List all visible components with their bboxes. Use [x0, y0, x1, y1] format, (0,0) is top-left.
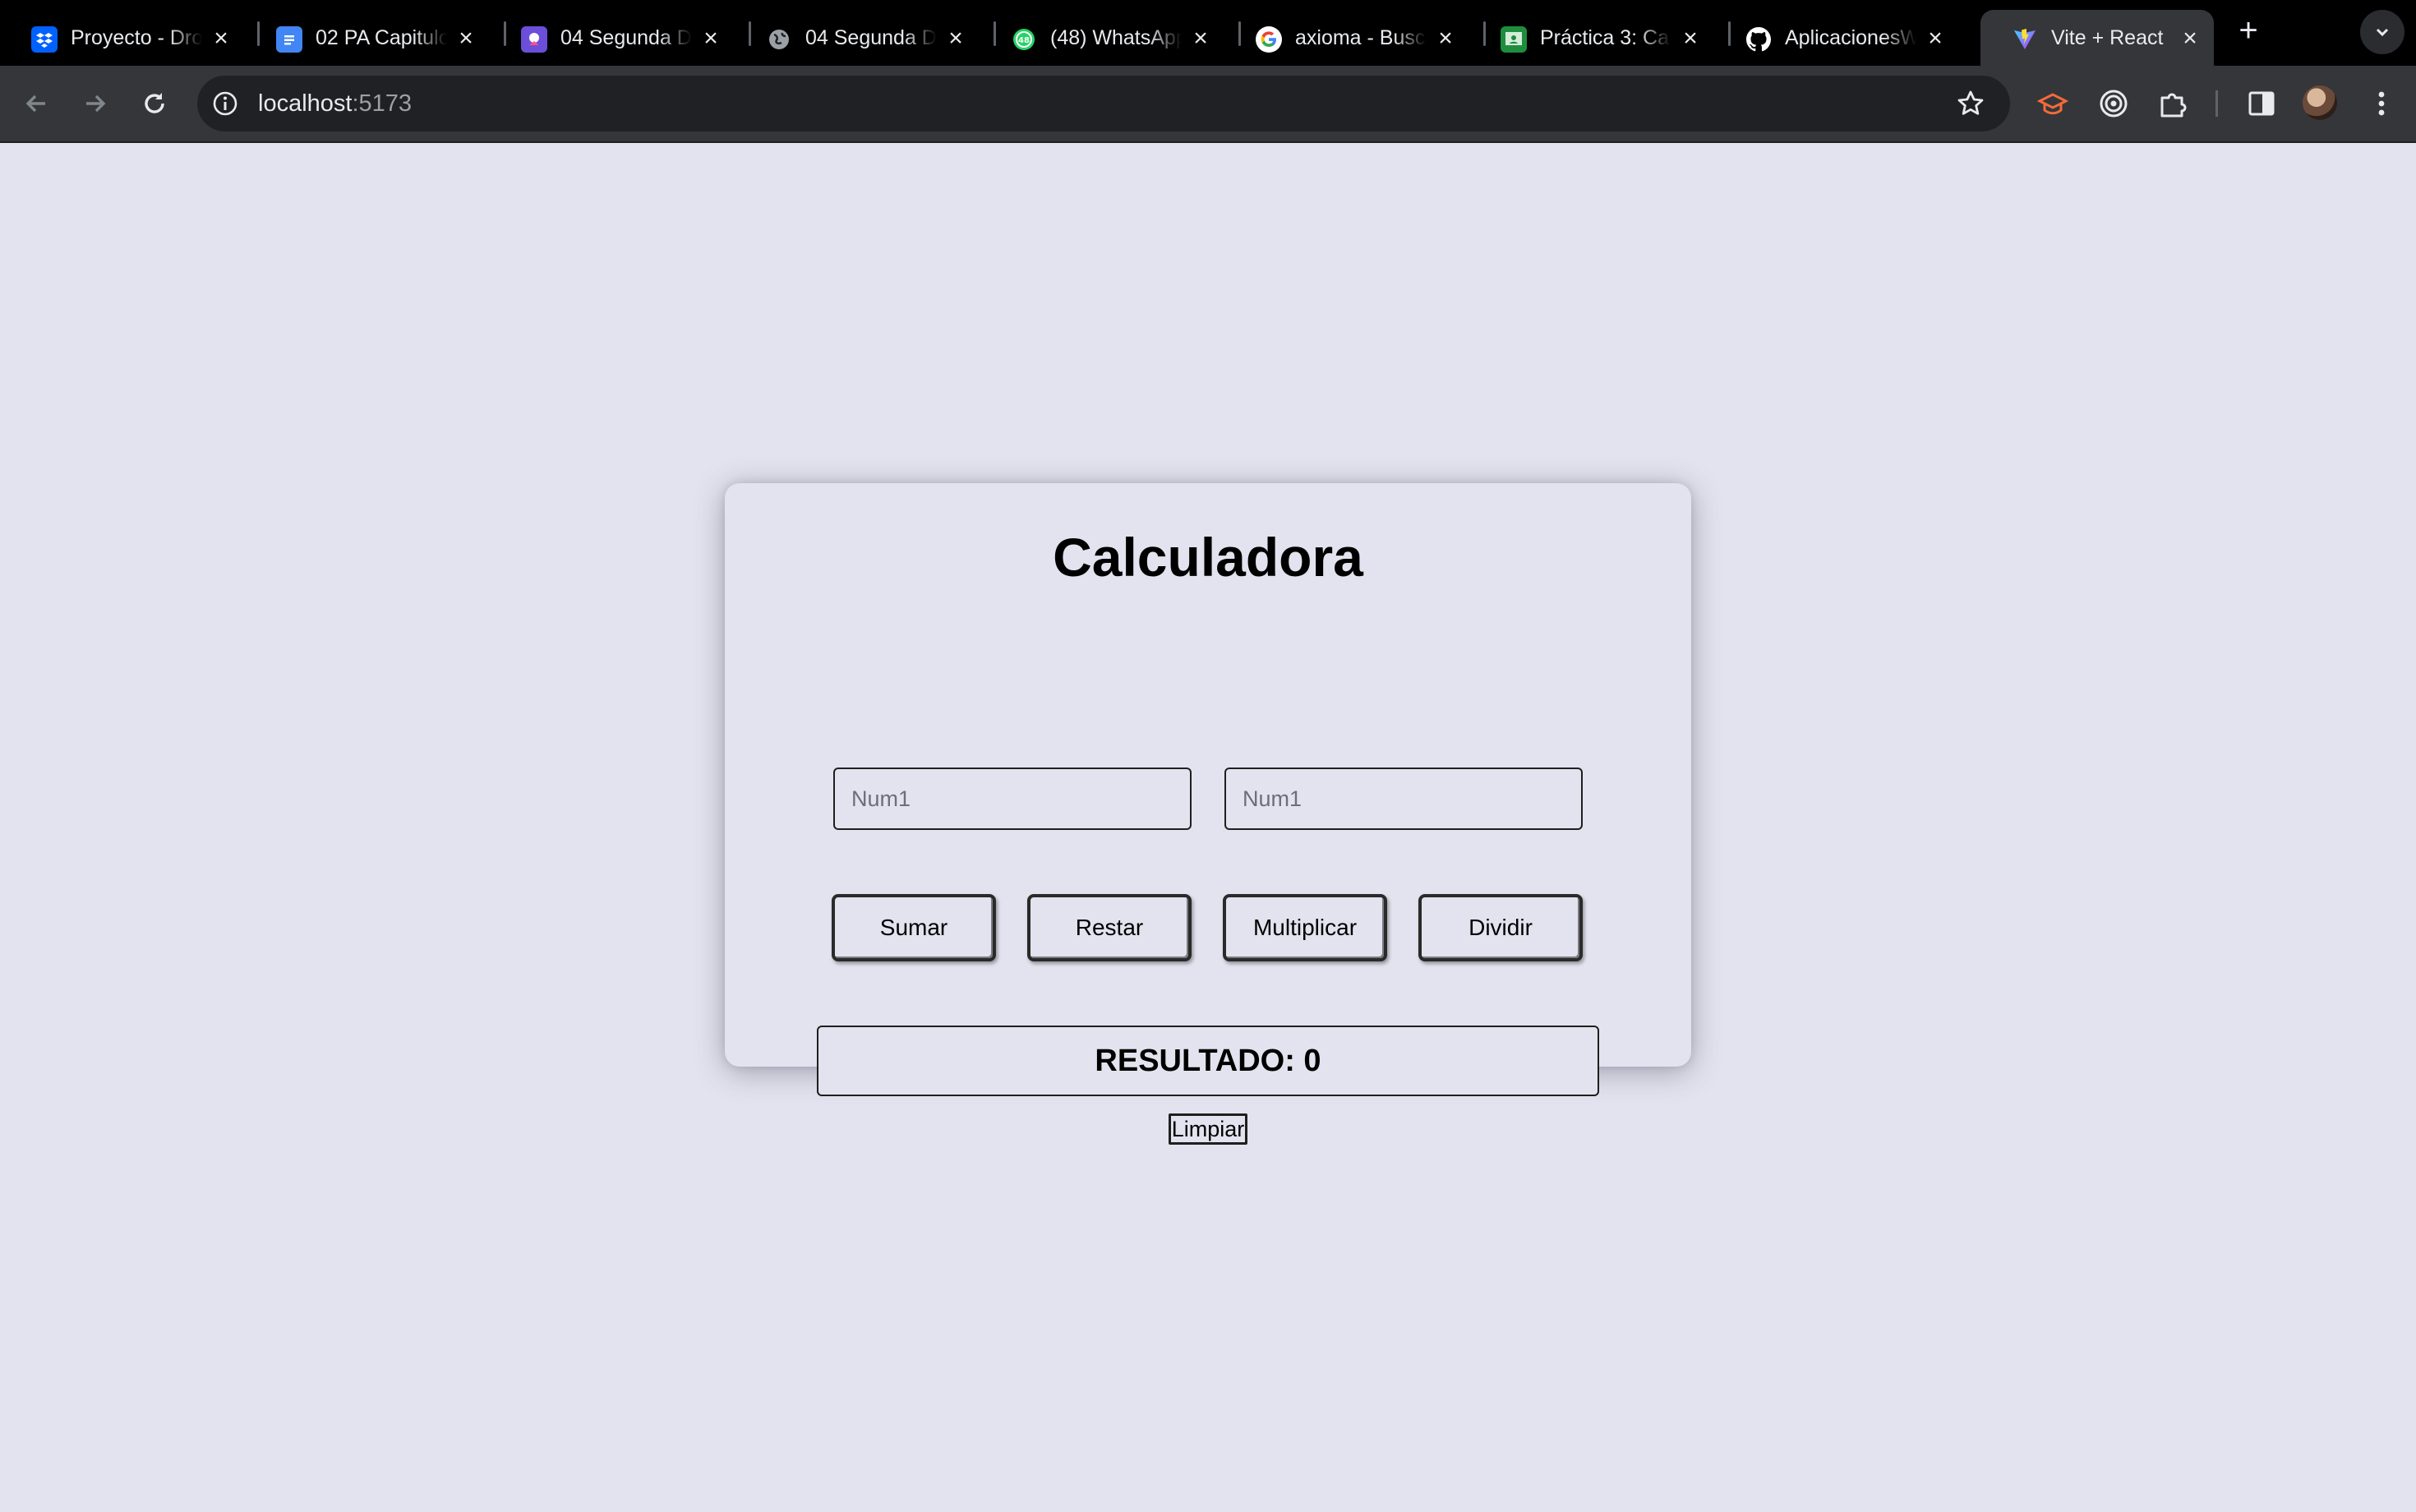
- tab-google-search[interactable]: axioma - Buscar ×: [1224, 10, 1469, 66]
- tab-github[interactable]: AplicacionesW ×: [1714, 10, 1959, 66]
- arrow-right-icon: [86, 94, 106, 113]
- close-icon[interactable]: ×: [1188, 26, 1213, 51]
- close-icon[interactable]: ×: [699, 26, 723, 51]
- arrow-left-icon: [25, 94, 45, 113]
- divide-button[interactable]: Dividir: [1418, 894, 1583, 961]
- browser-toolbar: localhost:5173: [0, 66, 2416, 141]
- url-host: localhost: [258, 90, 353, 117]
- whatsapp-icon: 48: [1011, 26, 1037, 53]
- tab-classroom[interactable]: Práctica 3: Ca ×: [1469, 10, 1714, 66]
- close-icon[interactable]: ×: [2178, 26, 2202, 51]
- tab-title: axioma - Buscar: [1295, 26, 1427, 49]
- toolbar-divider: [2215, 90, 2218, 117]
- tab-title: 02 PA Capitulo: [316, 26, 447, 49]
- close-icon[interactable]: ×: [209, 26, 233, 51]
- extension-graduation-icon[interactable]: [2031, 82, 2074, 125]
- dropbox-icon: [31, 26, 58, 53]
- classroom-icon: [1501, 26, 1527, 53]
- tab-title: Proyecto - Dropbox: [71, 26, 202, 49]
- tab-strip: Proyecto - Dropbox × 02 PA Capitulo × 04…: [0, 0, 2416, 66]
- site-info-icon[interactable]: [212, 90, 238, 117]
- tab-whatsapp[interactable]: 48 (48) WhatsApp ×: [980, 10, 1224, 66]
- subtract-button[interactable]: Restar: [1027, 894, 1192, 961]
- close-icon[interactable]: ×: [454, 26, 478, 51]
- side-panel-icon[interactable]: [2240, 82, 2283, 125]
- add-button[interactable]: Sumar: [832, 894, 996, 961]
- reload-button[interactable]: [135, 84, 174, 123]
- result-display: RESULTADO: 0: [817, 1026, 1599, 1096]
- tab-vite-react[interactable]: Vite + React ×: [1980, 10, 2214, 66]
- close-icon[interactable]: ×: [1433, 26, 1458, 51]
- tab-title: 04 Segunda D: [805, 26, 937, 49]
- tab-meeting[interactable]: 04 Segunda D ×: [490, 10, 735, 66]
- tab-web-page[interactable]: 04 Segunda D ×: [735, 10, 980, 66]
- num2-input[interactable]: [1224, 768, 1583, 830]
- kebab-menu-icon[interactable]: [2360, 82, 2403, 125]
- url-port: :5173: [352, 90, 413, 117]
- reload-icon: [145, 93, 164, 113]
- google-icon: [1256, 26, 1282, 53]
- tab-title: Vite + React: [2051, 26, 2164, 49]
- tab-dropbox[interactable]: Proyecto - Dropbox ×: [0, 10, 245, 66]
- num1-input[interactable]: [833, 768, 1192, 830]
- extensions-puzzle-icon[interactable]: [2151, 82, 2194, 125]
- address-bar[interactable]: localhost:5173: [197, 76, 2010, 131]
- tab-title: (48) WhatsApp: [1050, 26, 1182, 49]
- clear-button[interactable]: Limpiar: [1169, 1113, 1247, 1145]
- bookmark-star-icon[interactable]: [1956, 89, 1985, 118]
- forward-button[interactable]: [76, 84, 115, 123]
- tab-title: Práctica 3: Ca: [1540, 26, 1670, 49]
- close-icon[interactable]: ×: [1678, 26, 1703, 51]
- close-icon[interactable]: ×: [943, 26, 968, 51]
- page-title: Calculadora: [1053, 527, 1363, 588]
- vite-icon: [2012, 26, 2038, 53]
- extension-target-icon[interactable]: [2092, 82, 2135, 125]
- globe-icon: [766, 26, 792, 53]
- tab-title: 04 Segunda D: [560, 26, 692, 49]
- profile-avatar[interactable]: [2303, 85, 2337, 120]
- back-button[interactable]: [16, 84, 56, 123]
- google-docs-icon: [276, 26, 302, 53]
- svg-text:48: 48: [1018, 36, 1030, 45]
- github-icon: [1745, 26, 1772, 53]
- tab-title: AplicacionesW: [1785, 26, 1916, 49]
- multiply-button[interactable]: Multiplicar: [1223, 894, 1387, 961]
- tab-google-docs[interactable]: 02 PA Capitulo ×: [245, 10, 490, 66]
- new-tab-button[interactable]: +: [2232, 14, 2265, 48]
- teams-meeting-icon: [521, 26, 547, 53]
- tab-search-button[interactable]: [2360, 10, 2404, 54]
- url-text: localhost:5173: [258, 76, 412, 131]
- chevron-down-icon: [2376, 28, 2389, 37]
- close-icon[interactable]: ×: [1923, 26, 1948, 51]
